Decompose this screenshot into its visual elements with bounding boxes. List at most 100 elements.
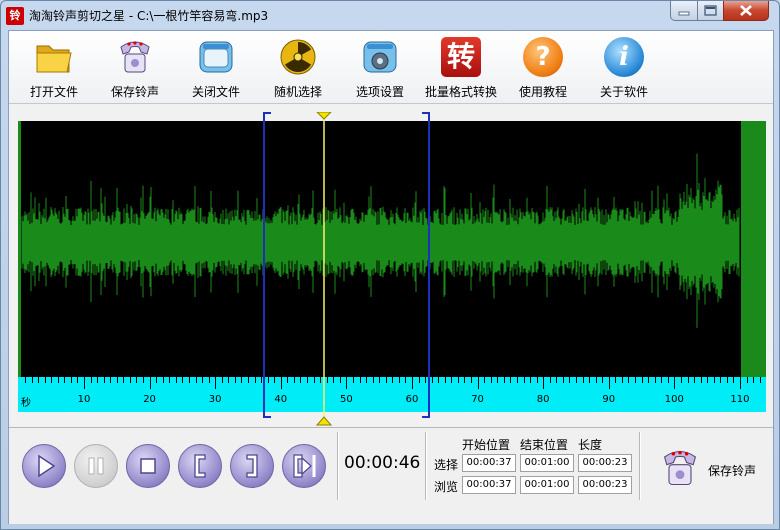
- ruler-tick: [208, 377, 210, 383]
- ruler-tick: [464, 377, 466, 383]
- ruler-tick: [392, 377, 394, 383]
- ruler-tick: [674, 377, 676, 389]
- ruler-tick: [287, 377, 289, 383]
- waveform-edge: [741, 121, 766, 377]
- save-ringtone-button[interactable]: 保存铃声: [654, 438, 766, 498]
- browse-row-label: 浏览: [434, 480, 459, 494]
- ruler-tick: [359, 377, 361, 383]
- app-icon[interactable]: 铃: [6, 7, 24, 25]
- ruler-tick: [77, 377, 79, 383]
- play-icon: [38, 454, 56, 478]
- ruler-label: 30: [208, 394, 222, 405]
- set-start-button[interactable]: [178, 444, 222, 488]
- ruler-tick: [57, 377, 59, 383]
- play-to-end-button[interactable]: [282, 444, 326, 488]
- toolbar-batch-convert[interactable]: 转 批量格式转换: [420, 35, 502, 101]
- waveform-trace: [21, 153, 740, 328]
- toolbar-save-ringtone[interactable]: 保存铃声: [94, 35, 176, 101]
- ruler-tick: [530, 377, 532, 383]
- selection-end-bracket[interactable]: [422, 112, 430, 418]
- waveform-display[interactable]: [18, 121, 766, 377]
- time-ruler[interactable]: 秒 10 20 30 40 50 60 70 80 90 100 110: [18, 377, 766, 412]
- close-button[interactable]: [723, 1, 769, 21]
- ruler-tick: [654, 377, 656, 383]
- toolbar-label: 批量格式转换: [424, 85, 497, 99]
- ruler-tick: [661, 377, 663, 383]
- ruler-tick: [484, 377, 486, 383]
- minimize-button[interactable]: [670, 1, 698, 21]
- ruler-tick: [307, 377, 309, 383]
- ruler-tick: [293, 377, 295, 383]
- ruler-label: 90: [602, 394, 616, 405]
- ruler-tick: [398, 377, 400, 383]
- play-cursor[interactable]: [314, 112, 334, 426]
- browse-end-field[interactable]: 00:01:00: [520, 476, 574, 494]
- toolbar-close-file[interactable]: 关闭文件: [175, 35, 257, 101]
- select-start-field[interactable]: 00:00:37: [462, 454, 516, 472]
- toolbar-random-select[interactable]: 随机选择: [257, 35, 339, 101]
- browse-start-field[interactable]: 00:00:37: [462, 476, 516, 494]
- toolbar: 打开文件 保存铃声 关闭文件 随机选择 选项设置 转 批量格式转换 ? 使用教程…: [9, 31, 773, 104]
- ruler-tick: [24, 377, 26, 383]
- cursor-bottom-marker: [316, 416, 333, 426]
- ruler-tick: [733, 377, 735, 383]
- ruler-tick: [261, 377, 263, 383]
- ruler-tick: [248, 377, 249, 383]
- toolbar-options[interactable]: 选项设置: [339, 35, 421, 101]
- selection-start-bracket[interactable]: [263, 112, 272, 418]
- ruler-tick: [188, 377, 190, 383]
- toolbar-about[interactable]: i 关于软件: [583, 35, 665, 101]
- toolbar-tutorial[interactable]: ? 使用教程: [502, 35, 584, 101]
- browse-length-field[interactable]: 00:00:23: [578, 476, 632, 494]
- gear-settings-icon: [363, 41, 397, 73]
- panel-separator: [337, 432, 339, 500]
- toolbar-label: 使用教程: [518, 85, 567, 99]
- ruler-tick: [215, 377, 217, 389]
- set-end-button[interactable]: [230, 444, 274, 488]
- header-start: 开始位置: [462, 438, 511, 452]
- pause-button[interactable]: [74, 444, 118, 488]
- ruler-label: 110: [730, 394, 750, 405]
- cursor-top-marker: [316, 112, 332, 120]
- ruler-tick: [280, 377, 282, 389]
- ruler-tick: [241, 377, 243, 383]
- header-length: 长度: [578, 438, 603, 452]
- ruler-tick: [339, 377, 341, 383]
- ruler-label: 50: [340, 394, 353, 405]
- title-bar[interactable]: 铃 淘淘铃声剪切之星 - C:\一根竹竿容易弯.mp3: [1, 1, 779, 29]
- ruler-tick: [149, 377, 151, 389]
- ruler-tick: [510, 377, 512, 383]
- select-end-field[interactable]: 00:01:00: [520, 454, 574, 472]
- skip-end-icon: [293, 454, 316, 478]
- ruler-tick: [110, 377, 112, 383]
- ruler-tick: [536, 377, 538, 383]
- ruler-tick: [562, 377, 564, 383]
- control-panel: 00:00:46 开始位置 结束位置 长度 选择 00:00:37 00:01:…: [9, 427, 773, 524]
- panel-separator: [639, 432, 641, 500]
- ruler-tick: [595, 377, 597, 383]
- ruler-label: 70: [471, 394, 484, 405]
- ruler-tick: [589, 377, 591, 383]
- toolbar-open-file[interactable]: 打开文件: [13, 35, 95, 101]
- ruler-tick: [582, 377, 584, 383]
- ruler-tick: [116, 377, 118, 383]
- ruler-tick: [385, 377, 387, 383]
- stop-button[interactable]: [126, 444, 170, 488]
- ruler-tick: [648, 377, 650, 383]
- ruler-tick: [254, 377, 256, 383]
- waveform-edge: [18, 121, 21, 377]
- select-length-field[interactable]: 00:00:23: [578, 454, 632, 472]
- play-button[interactable]: [22, 444, 66, 488]
- ruler-tick: [274, 377, 276, 383]
- ruler-tick: [234, 377, 236, 383]
- ruler-tick: [300, 377, 302, 383]
- ruler-tick: [412, 377, 413, 389]
- panel-separator: [425, 432, 427, 500]
- ruler-tick: [628, 377, 630, 383]
- ruler-tick: [156, 377, 158, 383]
- ruler-tick: [38, 377, 40, 383]
- waveform-area: 秒 10 20 30 40 50 60 70 80 90 100 110: [9, 104, 773, 426]
- pause-icon: [88, 457, 104, 475]
- maximize-button[interactable]: [697, 1, 724, 21]
- ruler-tick: [346, 377, 348, 389]
